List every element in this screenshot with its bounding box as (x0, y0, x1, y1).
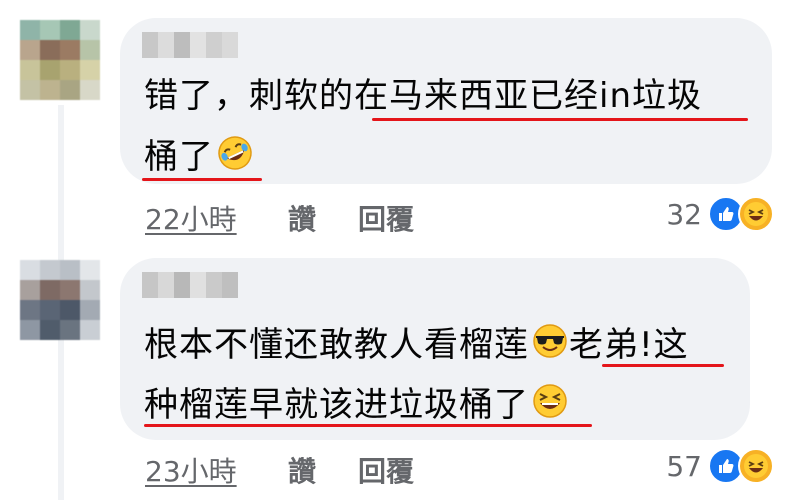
avatar[interactable] (20, 20, 100, 100)
comment-text: 种榴莲早就该进垃圾桶了 (144, 382, 569, 429)
haha-reaction-icon (738, 448, 774, 484)
reaction-count: 32 (666, 197, 702, 231)
underline-mark (142, 178, 262, 181)
timestamp-link[interactable]: 23小時 (145, 455, 237, 488)
avatar[interactable] (20, 260, 100, 340)
like-button[interactable]: 讚 (288, 450, 316, 490)
sunglasses-emoji (531, 322, 569, 369)
thread-line (58, 345, 64, 500)
underline-mark (144, 424, 592, 427)
underline-mark (372, 118, 748, 121)
reply-button[interactable]: 回覆 (358, 198, 414, 238)
commenter-name[interactable] (142, 32, 238, 58)
rolling-laughing-emoji (216, 134, 254, 181)
comment-bubble: 错了，刺软的在马来西亚已经in垃圾 桶了 (120, 18, 772, 184)
reaction-summary[interactable]: 57 (666, 448, 774, 484)
comment-bubble: 根本不懂还敢教人看榴莲 老弟!这 种榴莲早就该进垃圾桶了 (120, 258, 750, 440)
reply-button[interactable]: 回覆 (358, 450, 414, 490)
comment-text: 桶了 (144, 134, 254, 181)
commenter-name[interactable] (142, 272, 238, 298)
timestamp-link[interactable]: 22小時 (145, 203, 237, 236)
underline-mark (602, 364, 724, 367)
reaction-summary[interactable]: 32 (666, 196, 774, 232)
like-button[interactable]: 讚 (288, 198, 316, 238)
comment-text: 根本不懂还敢教人看榴莲 老弟!这 (144, 322, 689, 369)
reaction-count: 57 (666, 449, 702, 483)
haha-reaction-icon (738, 196, 774, 232)
comment-text: 错了，刺软的在马来西亚已经in垃圾 (144, 76, 702, 116)
grinning-squinting-emoji (531, 382, 569, 429)
